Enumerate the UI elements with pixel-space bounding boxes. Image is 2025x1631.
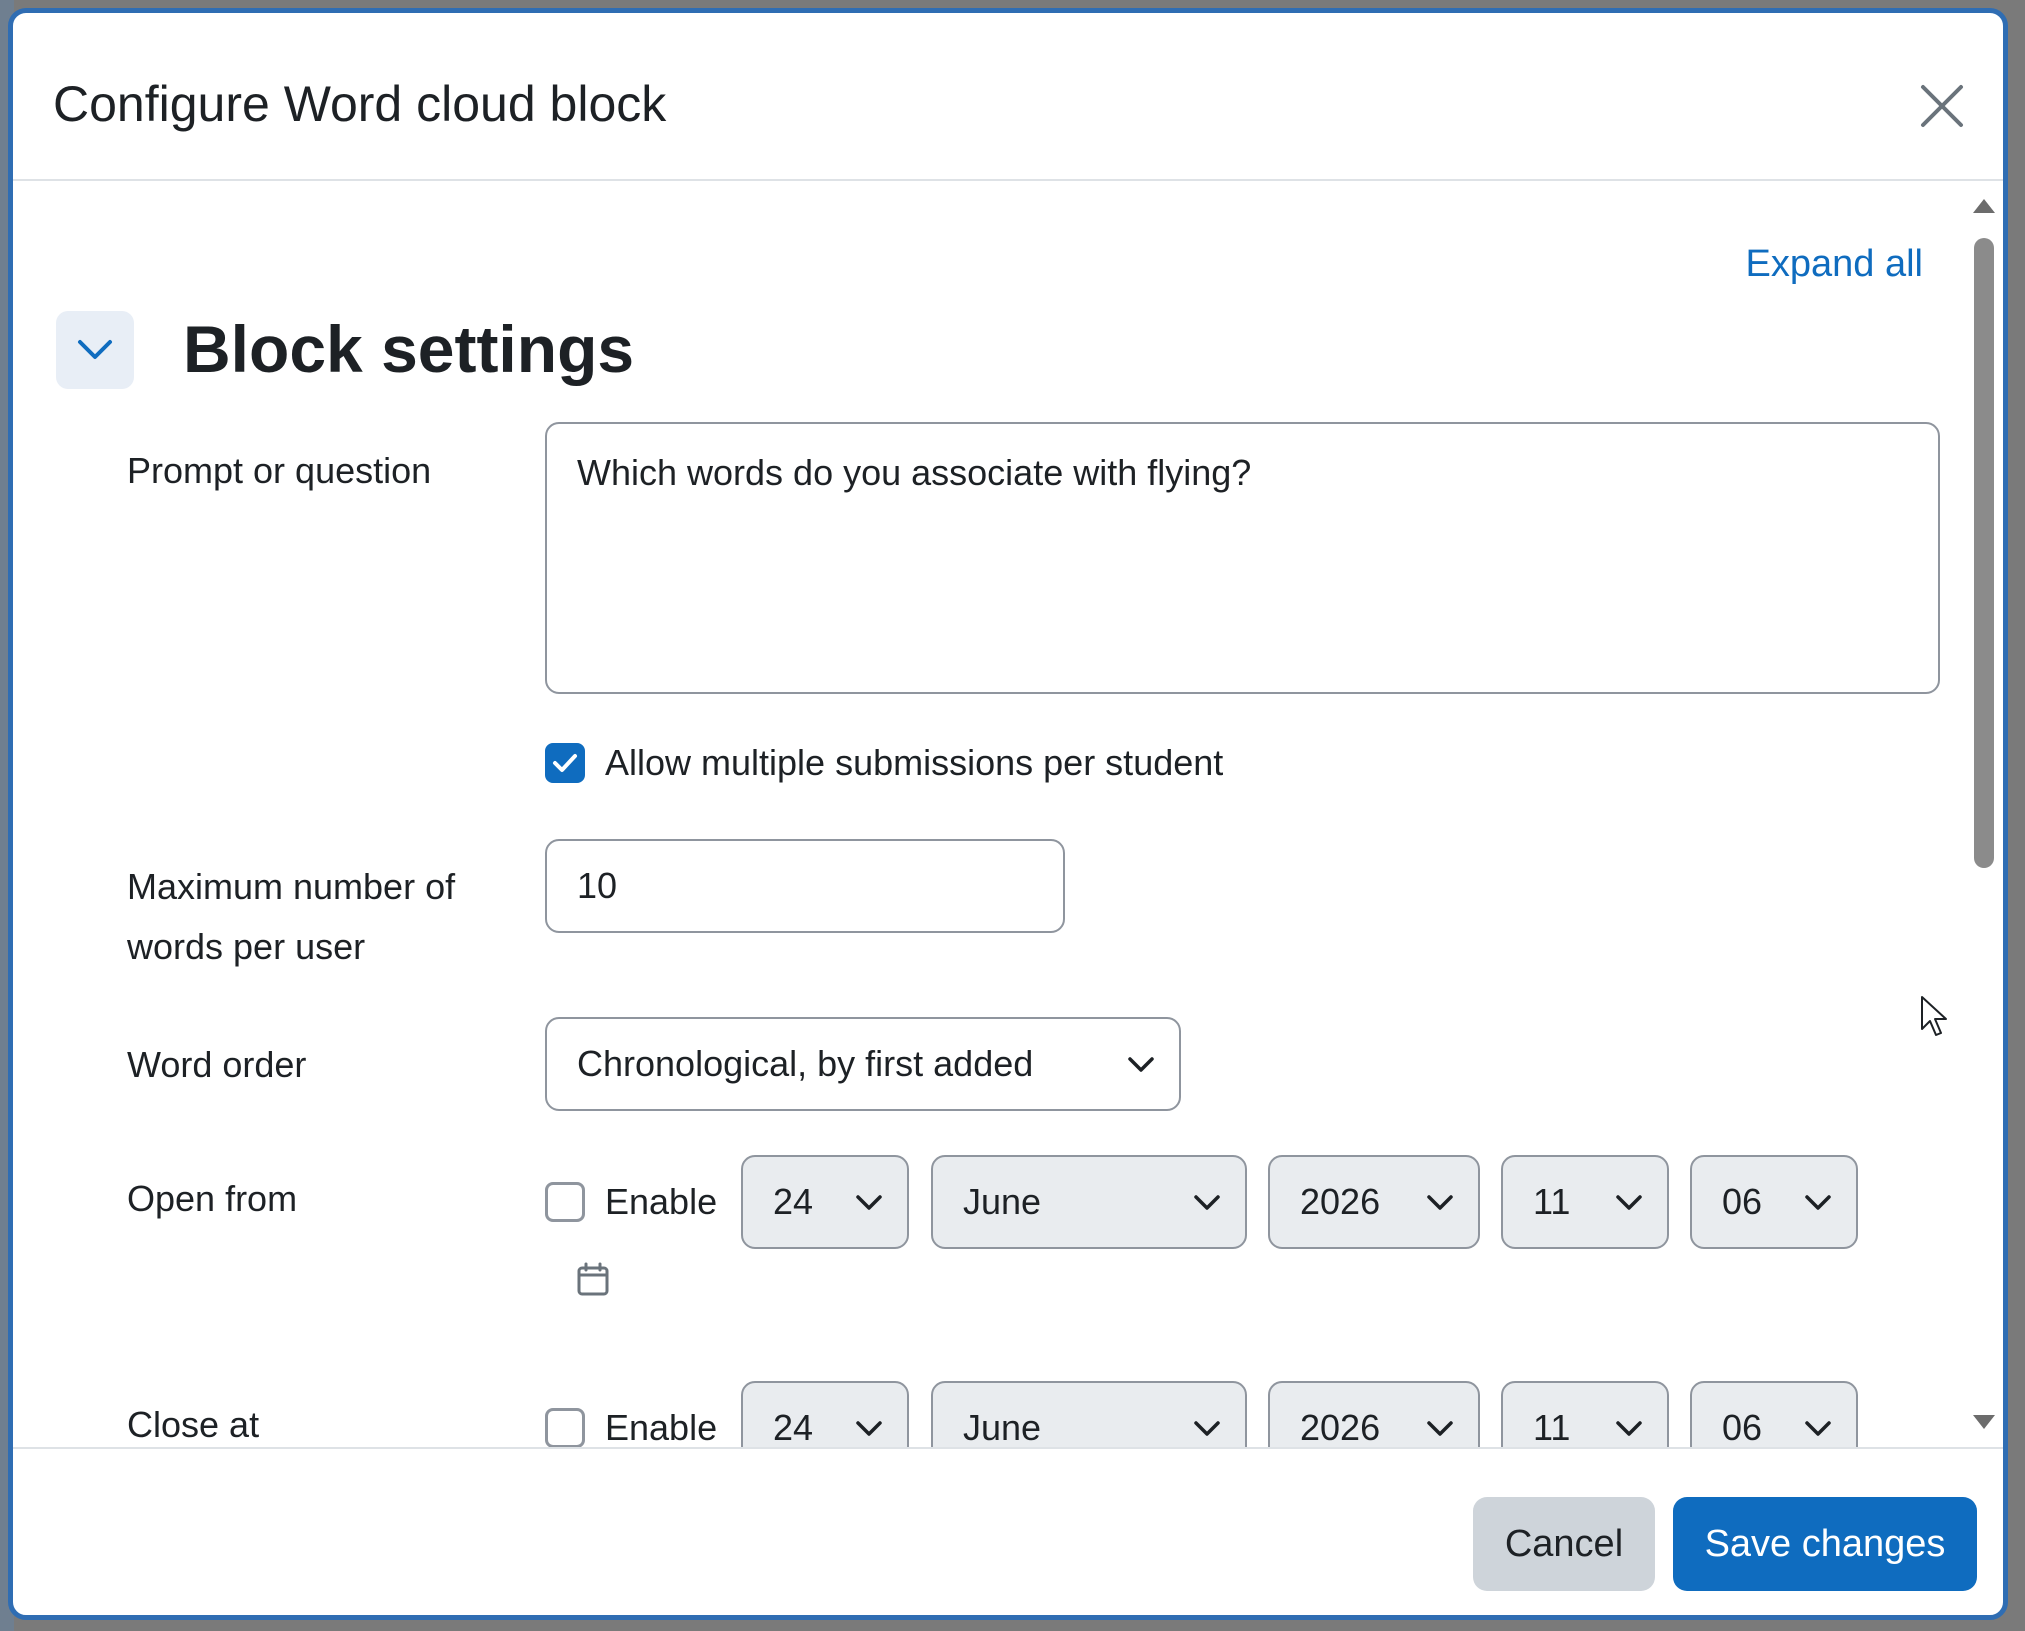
close-at-day-value: 24	[773, 1407, 814, 1447]
chevron-down-icon	[1427, 1195, 1453, 1210]
scroll-up-arrow-icon[interactable]	[1973, 199, 1995, 213]
modal-body: Expand all Block settings Prompt or ques…	[13, 181, 2003, 1447]
modal-scrollbar[interactable]	[1967, 181, 2003, 1447]
section-title: Block settings	[183, 312, 635, 386]
open-from-day-value: 24	[773, 1181, 814, 1222]
scroll-down-arrow-icon[interactable]	[1973, 1415, 1995, 1429]
allow-multiple-label: Allow multiple submissions per student	[605, 742, 1224, 783]
save-changes-button[interactable]: Save changes	[1673, 1497, 1977, 1591]
chevron-down-icon	[1616, 1421, 1642, 1436]
open-from-month-value: June	[963, 1181, 1042, 1222]
modal-header: Configure Word cloud block	[13, 13, 2003, 181]
open-from-minute-value: 06	[1722, 1181, 1763, 1222]
chevron-down-icon	[1805, 1421, 1831, 1436]
close-icon	[1921, 85, 1963, 127]
max-words-label-line1: Maximum number of	[127, 866, 456, 907]
close-button[interactable]	[1917, 81, 1967, 131]
calendar-icon	[577, 1262, 609, 1296]
chevron-down-icon	[1427, 1421, 1453, 1436]
close-at-enable-checkbox[interactable]	[545, 1408, 585, 1447]
close-at-month-value: June	[963, 1407, 1042, 1447]
chevron-down-icon	[1194, 1421, 1220, 1436]
open-from-year-select[interactable]: 2026	[1268, 1155, 1480, 1249]
open-from-hour-value: 11	[1533, 1181, 1571, 1222]
open-from-month-select[interactable]: June	[931, 1155, 1247, 1249]
chevron-down-icon	[1805, 1195, 1831, 1210]
modal-footer: Cancel Save changes	[13, 1447, 2003, 1615]
open-from-label: Open from	[127, 1178, 298, 1219]
close-at-hour-select[interactable]: 11	[1501, 1381, 1669, 1447]
close-at-month-select[interactable]: June	[931, 1381, 1247, 1447]
close-at-label: Close at	[127, 1404, 260, 1445]
configure-block-modal: Configure Word cloud block Expand all Bl…	[8, 8, 2008, 1620]
chevron-down-icon	[1616, 1195, 1642, 1210]
prompt-label: Prompt or question	[127, 450, 432, 491]
chevron-down-icon	[1194, 1195, 1220, 1210]
chevron-down-icon	[856, 1421, 882, 1436]
open-from-day-select[interactable]: 24	[741, 1155, 909, 1249]
expand-all-link[interactable]: Expand all	[1746, 243, 1923, 286]
open-from-minute-select[interactable]: 06	[1690, 1155, 1858, 1249]
modal-title: Configure Word cloud block	[53, 76, 667, 132]
mouse-cursor-icon	[1921, 996, 1947, 1036]
chevron-down-icon	[1128, 1057, 1154, 1072]
close-at-hour-value: 11	[1533, 1407, 1571, 1447]
scroll-thumb[interactable]	[1974, 238, 1994, 868]
max-words-input[interactable]	[545, 839, 1065, 933]
word-order-select[interactable]: Chronological, by first added	[545, 1017, 1181, 1111]
open-from-calendar-button[interactable]	[576, 1261, 610, 1297]
close-at-minute-select[interactable]: 06	[1690, 1381, 1858, 1447]
word-order-label: Word order	[127, 1044, 307, 1085]
chevron-down-icon	[856, 1195, 882, 1210]
cancel-button[interactable]: Cancel	[1473, 1497, 1655, 1591]
close-at-day-select[interactable]: 24	[741, 1381, 909, 1447]
word-order-value: Chronological, by first added	[577, 1043, 1034, 1084]
close-at-year-value: 2026	[1300, 1407, 1381, 1447]
open-from-hour-select[interactable]: 11	[1501, 1155, 1669, 1249]
close-at-enable-label: Enable	[605, 1407, 718, 1448]
open-from-enable-checkbox[interactable]	[545, 1182, 585, 1222]
chevron-down-icon	[78, 340, 112, 359]
open-from-enable-label: Enable	[605, 1181, 718, 1222]
open-from-year-value: 2026	[1300, 1181, 1381, 1222]
close-at-year-select[interactable]: 2026	[1268, 1381, 1480, 1447]
checkmark-icon	[553, 754, 577, 772]
section-collapse-toggle[interactable]	[56, 311, 134, 389]
prompt-textarea[interactable]	[545, 422, 1940, 694]
close-at-minute-value: 06	[1722, 1407, 1763, 1447]
max-words-label-line2: words per user	[127, 926, 366, 967]
allow-multiple-checkbox[interactable]	[545, 743, 585, 783]
